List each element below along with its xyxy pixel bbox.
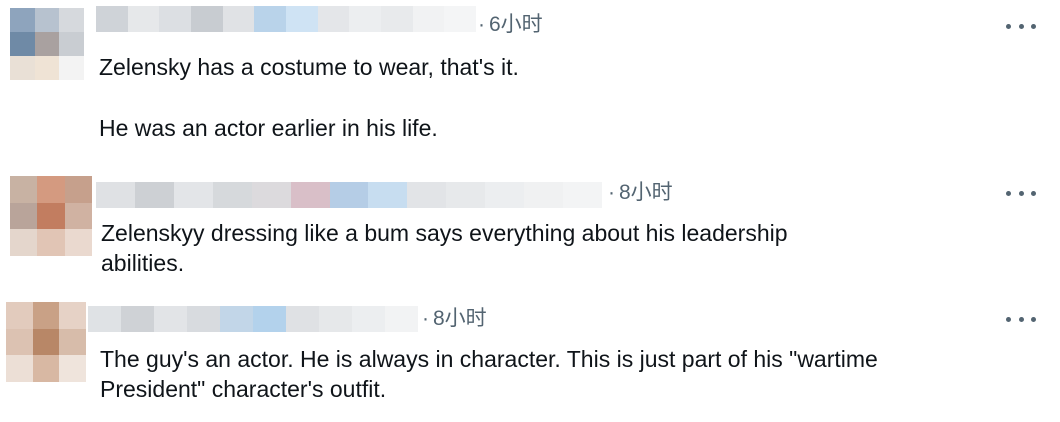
avatar-pixel	[6, 302, 33, 329]
avatar-pixel	[37, 229, 65, 256]
username-pixel	[286, 306, 319, 332]
avatar[interactable]	[6, 302, 86, 382]
username-pixel	[349, 6, 382, 32]
username-blurred[interactable]	[96, 6, 477, 32]
comment[interactable]: · 8小时 The guy's an actor. He is always in…	[0, 290, 1060, 422]
username-pixel	[154, 306, 187, 332]
username-pixel	[254, 6, 287, 32]
comment-line: Zelenskyy dressing like a bum says every…	[101, 220, 788, 246]
avatar-pixel	[10, 176, 38, 203]
more-horizontal-icon	[1006, 316, 1011, 322]
timestamp[interactable]: · 6小时	[478, 12, 543, 38]
timestamp-text: 8小时	[433, 307, 487, 330]
avatar-pixel	[10, 8, 35, 32]
username-pixel	[485, 182, 525, 208]
avatar[interactable]	[10, 8, 84, 80]
timestamp-text: 6小时	[489, 13, 543, 36]
avatar-pixel	[34, 8, 60, 32]
avatar-pixel	[32, 302, 60, 329]
username-pixel	[173, 182, 213, 208]
avatar-pixel	[10, 229, 38, 256]
username-pixel	[524, 182, 564, 208]
more-options-button[interactable]	[1006, 309, 1036, 329]
avatar-pixel	[34, 32, 60, 56]
username-pixel	[121, 306, 154, 332]
avatar-pixel	[10, 202, 38, 230]
username-pixel	[290, 182, 330, 208]
avatar-pixel	[64, 229, 92, 256]
avatar-pixel	[10, 32, 35, 56]
avatar-pixel	[37, 176, 65, 203]
username-pixel	[446, 182, 486, 208]
timestamp-text: 8小时	[619, 181, 673, 204]
avatar-pixel	[6, 355, 33, 382]
avatar-pixel	[37, 202, 65, 230]
username-pixel	[187, 306, 220, 332]
username-pixel	[96, 6, 128, 32]
avatar-pixel	[59, 355, 86, 382]
username-pixel	[407, 182, 447, 208]
comment-text: Zelensky has a costume to wear, that's i…	[99, 52, 519, 143]
avatar-pixel	[59, 302, 86, 329]
username-pixel	[329, 182, 369, 208]
avatar-pixel	[59, 32, 84, 56]
comment-text: Zelenskyy dressing like a bum says every…	[101, 218, 788, 278]
timestamp[interactable]: · 8小时	[422, 306, 487, 332]
username-pixel	[381, 6, 413, 32]
avatar-pixel	[59, 56, 84, 80]
username-pixel	[127, 6, 160, 32]
comment[interactable]: · 6小时 Zelensky has a costume to wear, tha…	[0, 0, 1060, 160]
more-horizontal-icon	[1006, 23, 1011, 29]
avatar-pixel	[64, 176, 92, 203]
username-pixel	[159, 6, 192, 32]
comment[interactable]: · 8小时 Zelenskyy dressing like a bum says …	[0, 160, 1060, 290]
username-pixel	[220, 306, 253, 332]
comment-line: He was an actor earlier in his life.	[99, 115, 438, 141]
username-pixel	[412, 6, 445, 32]
username-pixel	[253, 306, 286, 332]
username-pixel	[563, 182, 602, 208]
username-blurred[interactable]	[96, 182, 602, 208]
avatar-pixel	[10, 56, 35, 80]
username-pixel	[191, 6, 223, 32]
comment-text: The guy's an actor. He is always in char…	[100, 344, 878, 404]
timestamp[interactable]: · 8小时	[608, 180, 673, 206]
username-pixel	[368, 182, 408, 208]
comment-line: The guy's an actor. He is always in char…	[100, 346, 878, 372]
comment-feed: · 6小时 Zelensky has a costume to wear, tha…	[0, 0, 1060, 422]
more-options-button[interactable]	[1006, 16, 1036, 36]
username-pixel	[134, 182, 174, 208]
more-horizontal-icon	[1006, 190, 1011, 196]
avatar[interactable]	[10, 176, 92, 256]
username-pixel	[385, 306, 418, 332]
avatar-pixel	[34, 56, 60, 80]
username-pixel	[319, 306, 352, 332]
avatar-pixel	[6, 328, 33, 356]
username-pixel	[222, 6, 255, 32]
username-pixel	[88, 306, 121, 332]
username-pixel	[444, 6, 477, 32]
avatar-pixel	[32, 328, 60, 356]
username-blurred[interactable]	[88, 306, 418, 332]
username-pixel	[286, 6, 318, 32]
avatar-pixel	[64, 202, 92, 230]
username-pixel	[251, 182, 291, 208]
username-pixel	[212, 182, 252, 208]
username-pixel	[317, 6, 350, 32]
username-pixel	[96, 182, 135, 208]
comment-line: Zelensky has a costume to wear, that's i…	[99, 54, 519, 80]
more-options-button[interactable]	[1006, 183, 1036, 203]
comment-line: President" character's outfit.	[100, 376, 387, 402]
comment-line: abilities.	[101, 250, 185, 276]
avatar-pixel	[59, 328, 86, 356]
avatar-pixel	[59, 8, 84, 32]
avatar-pixel	[32, 355, 60, 382]
username-pixel	[352, 306, 385, 332]
